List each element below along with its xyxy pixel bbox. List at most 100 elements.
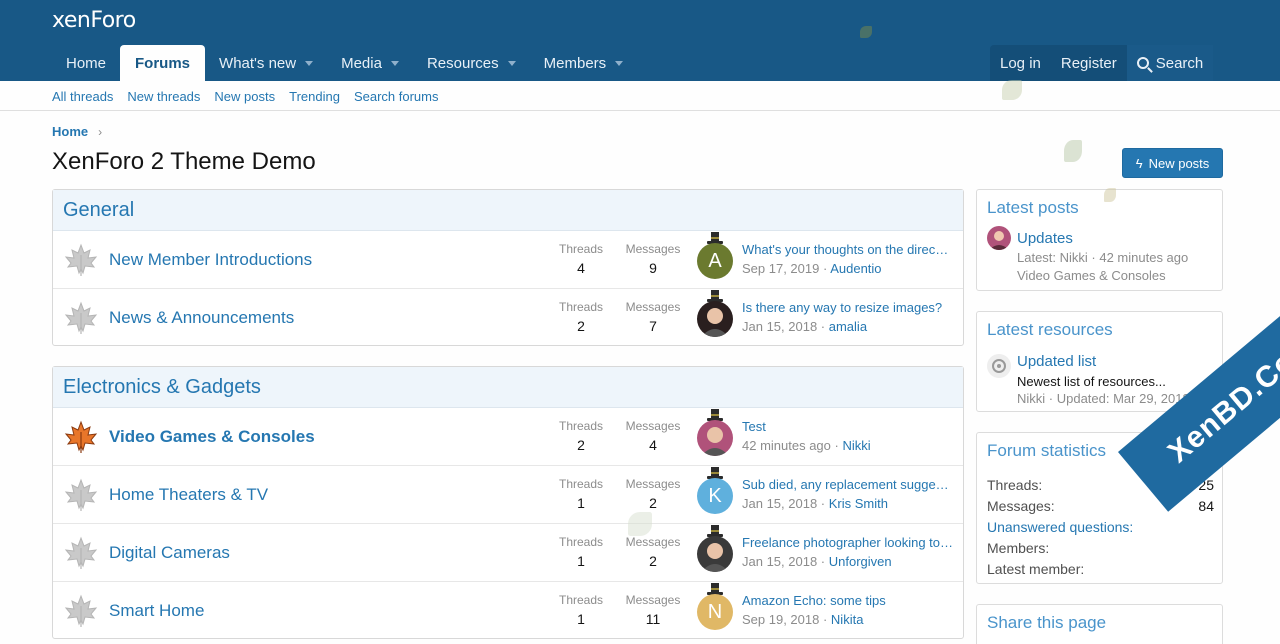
subnav-new-threads[interactable]: New threads — [127, 89, 200, 104]
threads-stat: Threads 1 — [546, 535, 616, 569]
last-post-thread-link[interactable]: Sub died, any replacement sugge… — [742, 477, 957, 492]
node-list: Video Games & Consoles Threads 2 Messages 4 T… — [53, 408, 963, 640]
messages-stat: Messages 2 — [618, 535, 688, 569]
nav-tab-label: What's new — [219, 54, 297, 72]
last-post-user[interactable]: Unforgiven — [829, 554, 892, 569]
last-post-user[interactable]: Nikita — [831, 612, 864, 627]
latest-post-forum[interactable]: Video Games & Consoles — [1017, 268, 1166, 283]
search-label: Search — [1155, 54, 1204, 72]
caret-down-icon[interactable] — [615, 60, 624, 66]
last-post-user[interactable]: Audentio — [830, 261, 881, 276]
last-post-meta: Sep 19, 2018 · Nikita — [742, 612, 864, 627]
forum-title-link[interactable]: Smart Home — [109, 601, 204, 621]
last-post-thread-link[interactable]: What's your thoughts on the direc… — [742, 242, 957, 257]
latest-post-thread-link[interactable]: Updates — [1017, 230, 1073, 247]
widget-title[interactable]: Share this page — [987, 613, 1106, 633]
site-logo[interactable]: xenForo — [52, 8, 136, 33]
category-title[interactable]: Electronics & Gadgets — [53, 367, 963, 408]
last-post-date[interactable]: Sep 19, 2018 — [742, 612, 819, 627]
avatar[interactable] — [987, 226, 1011, 250]
last-post-date[interactable]: Jan 15, 2018 — [742, 554, 817, 569]
caret-down-icon[interactable] — [507, 60, 516, 66]
account-nav: Log in Register Search — [990, 45, 1214, 81]
avatar[interactable] — [697, 301, 733, 337]
messages-label: Messages — [625, 300, 681, 314]
stat-row-unanswered[interactable]: Unanswered questions: — [987, 519, 1214, 535]
breadcrumb-home[interactable]: Home — [52, 124, 88, 139]
nav-tab-whats-new[interactable]: What's new — [205, 45, 327, 81]
forum-leaf-icon — [63, 243, 99, 277]
last-post-date[interactable]: 42 minutes ago — [742, 438, 831, 453]
threads-label: Threads — [558, 242, 604, 256]
subnav-new-posts[interactable]: New posts — [214, 89, 275, 104]
register-link[interactable]: Register — [1051, 45, 1127, 81]
widget-title[interactable]: Forum statistics — [987, 441, 1106, 461]
forum-node-row: Smart Home Threads 1 Messages 11 N Amazon Echo… — [53, 582, 963, 640]
last-post-user[interactable]: Nikki — [842, 438, 870, 453]
leaf-decoration-icon — [1002, 80, 1022, 100]
forum-leaf-icon — [63, 420, 99, 454]
avatar[interactable]: A — [697, 243, 733, 279]
leaf-decoration-icon — [1064, 140, 1082, 162]
messages-stat: Messages 4 — [618, 419, 688, 453]
subnav-all-threads[interactable]: All threads — [52, 89, 113, 104]
avatar-photo-icon — [701, 308, 729, 337]
new-posts-button[interactable]: ϟ New posts — [1122, 148, 1223, 178]
resource-gear-icon[interactable] — [987, 354, 1011, 378]
messages-stat: Messages 7 — [618, 300, 688, 334]
last-post-user[interactable]: Kris Smith — [829, 496, 888, 511]
subnav-trending[interactable]: Trending — [289, 89, 340, 104]
avatar[interactable] — [697, 536, 733, 572]
widget-title[interactable]: Latest resources — [987, 320, 1113, 340]
stat-label[interactable]: Unanswered questions: — [987, 519, 1133, 535]
forum-title-link[interactable]: News & Announcements — [109, 308, 294, 328]
caret-down-icon[interactable] — [390, 60, 399, 66]
nav-tab-resources[interactable]: Resources — [413, 45, 530, 81]
last-post-date[interactable]: Jan 15, 2018 — [742, 496, 817, 511]
category-title[interactable]: General — [53, 190, 963, 231]
bolt-icon: ϟ — [1135, 155, 1143, 171]
messages-label: Messages — [625, 242, 681, 256]
node-list: New Member Introductions Threads 4 Messages… — [53, 231, 963, 347]
stat-label: Threads: — [987, 477, 1043, 493]
forum-node-row: Video Games & Consoles Threads 2 Messages 4 T… — [53, 408, 963, 466]
forum-title-link[interactable]: New Member Introductions — [109, 250, 312, 270]
messages-count: 11 — [645, 611, 661, 627]
subnav-search-forums[interactable]: Search forums — [354, 89, 439, 104]
forum-title-link[interactable]: Home Theaters & TV — [109, 485, 268, 505]
threads-stat: Threads 4 — [546, 242, 616, 276]
avatar[interactable] — [697, 420, 733, 456]
last-post-date[interactable]: Jan 15, 2018 — [742, 319, 817, 334]
last-post-thread-link[interactable]: Freelance photographer looking to… — [742, 535, 957, 550]
forum-leaf-icon — [63, 594, 99, 628]
last-post-thread-link[interactable]: Test — [742, 419, 957, 434]
threads-count: 4 — [577, 260, 585, 276]
login-link[interactable]: Log in — [990, 45, 1051, 81]
threads-count: 1 — [577, 611, 585, 627]
messages-count: 4 — [649, 437, 657, 453]
last-post-meta: Jan 15, 2018 · Unforgiven — [742, 554, 892, 569]
threads-label: Threads — [558, 477, 604, 491]
last-post-user[interactable]: amalia — [829, 319, 867, 334]
caret-down-icon[interactable] — [305, 60, 314, 66]
nav-tab-media[interactable]: Media — [327, 45, 413, 81]
chevron-right-icon: › — [98, 124, 103, 139]
forum-title-link[interactable]: Digital Cameras — [109, 543, 230, 563]
resource-tagline: Newest list of resources... — [1017, 374, 1166, 389]
nav-tab-home[interactable]: Home — [52, 45, 120, 81]
nav-tab-forums[interactable]: Forums — [120, 45, 206, 81]
last-post-meta: Jan 15, 2018 · amalia — [742, 319, 868, 334]
nav-tab-members[interactable]: Members — [530, 45, 638, 81]
search-button[interactable]: Search — [1126, 45, 1214, 81]
messages-label: Messages — [625, 593, 681, 607]
avatar[interactable]: N — [697, 594, 733, 630]
forum-title-link[interactable]: Video Games & Consoles — [109, 427, 315, 447]
last-post-thread-link[interactable]: Is there any way to resize images? — [742, 300, 957, 315]
resource-link[interactable]: Updated list — [1017, 353, 1096, 370]
last-post-date[interactable]: Sep 17, 2019 — [742, 261, 819, 276]
avatar[interactable]: K — [697, 478, 733, 514]
threads-label: Threads — [558, 419, 604, 433]
widget-title[interactable]: Latest posts — [987, 198, 1079, 218]
stat-label: Latest member: — [987, 561, 1085, 577]
last-post-thread-link[interactable]: Amazon Echo: some tips — [742, 593, 957, 608]
